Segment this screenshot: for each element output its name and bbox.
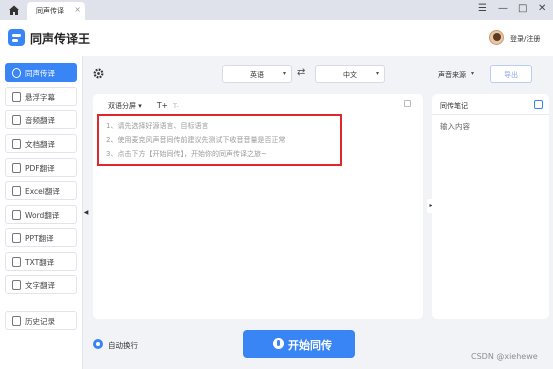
instruction-line: 1、请先选择好源语言、目标语言: [106, 122, 209, 130]
menu-icon[interactable]: ☰: [478, 3, 487, 15]
audio-icon: [12, 115, 21, 125]
swap-languages-icon[interactable]: ⇄: [297, 68, 305, 78]
sidebar-item-label: 音频翻译: [25, 116, 55, 125]
subtitle-icon: [12, 92, 21, 102]
sidebar-item-label: 文字翻译: [25, 281, 55, 290]
sidebar: 同声传译 悬浮字幕 音频翻译 文档翻译 PDF翻译 Excel翻译 Word翻译…: [0, 56, 83, 369]
text-icon: [12, 280, 21, 290]
sidebar-item-label: PDF翻译: [25, 164, 55, 173]
source-language-select[interactable]: 英语 ▾: [222, 65, 292, 83]
sidebar-item-label: 文档翻译: [25, 140, 55, 149]
chevron-down-icon: ▾: [375, 70, 379, 77]
sidebar-item-text-translation[interactable]: 文字翻译: [5, 275, 77, 294]
notes-title: 同传笔记: [440, 102, 468, 110]
target-language-value: 中文: [343, 71, 357, 79]
notes-panel: 同传笔记 输入内容: [432, 94, 549, 319]
document-icon: [12, 139, 21, 149]
instructions-highlight: 1、请先选择好源语言、目标语言 2、使用麦克风声音同传前建议先测试下收音音量是否…: [97, 114, 342, 166]
auto-wrap-radio[interactable]: [93, 339, 103, 349]
ppt-icon: [12, 233, 21, 243]
font-decrease-button[interactable]: T-: [173, 102, 179, 110]
pdf-icon: [12, 163, 21, 173]
gear-icon[interactable]: [93, 68, 104, 79]
sidebar-item-simultaneous-interpretation[interactable]: 同声传译: [5, 63, 77, 82]
sidebar-item-label: Word翻译: [25, 211, 60, 220]
sidebar-item-floating-subtitles[interactable]: 悬浮字幕: [5, 87, 77, 106]
sidebar-item-label: 悬浮字幕: [25, 93, 55, 102]
instruction-line: 2、使用麦克风声音同传前建议先测试下收音音量是否正常: [106, 136, 286, 144]
divider: [432, 114, 549, 115]
watermark: CSDN @xiehewe: [471, 352, 538, 361]
fullscreen-icon[interactable]: [404, 100, 411, 107]
sidebar-item-label: PPT翻译: [25, 234, 54, 243]
sidebar-item-pdf-translation[interactable]: PDF翻译: [5, 158, 77, 177]
close-icon[interactable]: ✕: [538, 3, 546, 15]
login-register-link[interactable]: 登录/注册: [510, 34, 540, 44]
chevron-down-icon: ▾: [471, 70, 475, 77]
notes-input[interactable]: 输入内容: [440, 121, 470, 132]
export-button-label: 导出: [504, 71, 518, 79]
sidebar-item-label: 同声传译: [25, 69, 55, 78]
word-icon: [12, 210, 21, 220]
headset-icon: [12, 68, 21, 78]
minimize-icon[interactable]: —: [498, 3, 508, 15]
target-language-select[interactable]: 中文 ▾: [315, 65, 385, 83]
app-logo-icon: [8, 29, 25, 46]
maximize-icon[interactable]: □: [518, 3, 527, 15]
excel-icon: [12, 186, 21, 196]
chevron-down-icon: ▾: [282, 70, 286, 77]
sidebar-item-ppt-translation[interactable]: PPT翻译: [5, 228, 77, 247]
microphone-icon: [273, 338, 284, 349]
sidebar-item-audio-translation[interactable]: 音频翻译: [5, 110, 77, 129]
sidebar-item-label: TXT翻译: [25, 258, 55, 267]
instruction-line: 3、点击下方【开始同传】，开始你的同声传译之旅~: [106, 150, 267, 158]
tab-close-icon[interactable]: ×: [74, 5, 81, 14]
history-icon: [12, 316, 21, 326]
sidebar-item-txt-translation[interactable]: TXT翻译: [5, 252, 77, 271]
title-bar: 同声传译 × ☰ — □ ✕: [0, 0, 553, 20]
auto-wrap-label[interactable]: 自动换行: [108, 340, 138, 351]
avatar[interactable]: [489, 30, 504, 45]
tab-label: 同声传译: [36, 7, 64, 15]
source-language-value: 英语: [250, 71, 264, 79]
sidebar-item-excel-translation[interactable]: Excel翻译: [5, 181, 77, 200]
txt-icon: [12, 257, 21, 267]
home-icon[interactable]: [8, 4, 20, 16]
tab-simultaneous-interpretation[interactable]: 同声传译 ×: [27, 2, 85, 20]
sidebar-item-document-translation[interactable]: 文档翻译: [5, 134, 77, 153]
sidebar-item-history[interactable]: 历史记录: [5, 311, 77, 330]
sidebar-item-word-translation[interactable]: Word翻译: [5, 205, 77, 224]
start-button-label: 开始同传: [288, 339, 332, 352]
app-header: 同声传译王 登录/注册: [0, 20, 553, 56]
sidebar-item-label: Excel翻译: [25, 187, 60, 196]
expand-icon[interactable]: [534, 100, 543, 109]
app-title: 同声传译王: [30, 32, 91, 46]
start-interpretation-button[interactable]: 开始同传: [243, 330, 355, 358]
sidebar-collapse-icon[interactable]: ◀: [82, 207, 90, 219]
transcript-panel[interactable]: 双语分屏 ▾ T+ T- 1、请先选择好源语言、目标语言 2、使用麦克风声音同传…: [93, 94, 423, 319]
display-mode-dropdown[interactable]: 双语分屏 ▾: [108, 101, 142, 111]
export-button[interactable]: 导出: [490, 65, 532, 83]
audio-source-dropdown[interactable]: 声音来源: [438, 70, 466, 80]
font-increase-button[interactable]: T+: [157, 101, 168, 110]
sidebar-item-label: 历史记录: [25, 317, 55, 326]
